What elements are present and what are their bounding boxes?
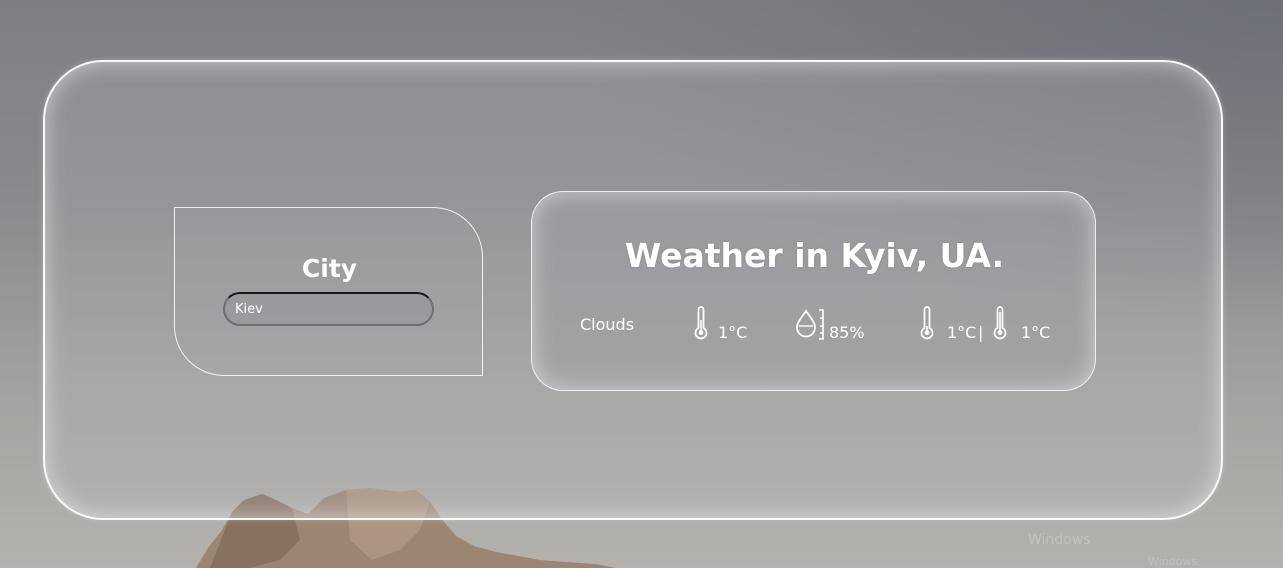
weather-description: Clouds — [580, 315, 635, 334]
thermometer-icon — [694, 306, 708, 340]
humidity-drop-icon — [795, 308, 825, 340]
weather-card: Weather in Kyiv, UA. Clouds 1°C 85% 1°C … — [531, 191, 1096, 391]
thermometer-high-icon — [993, 306, 1007, 340]
os-watermark-sub: Windows — [1148, 555, 1198, 568]
humidity-value: 85% — [829, 323, 865, 342]
thermometer-low-icon — [920, 306, 934, 340]
temp-min-value: 1°C — [947, 323, 977, 342]
city-input[interactable] — [223, 292, 434, 326]
temp-max-value: 1°C — [1021, 323, 1051, 342]
weather-title: Weather in Kyiv, UA. — [624, 236, 1005, 275]
temperature-value: 1°C — [718, 323, 748, 342]
temp-separator: | — [978, 323, 984, 342]
os-watermark: Windows — [1028, 532, 1091, 548]
city-title: City — [301, 254, 358, 283]
city-search-card: City — [174, 207, 483, 376]
